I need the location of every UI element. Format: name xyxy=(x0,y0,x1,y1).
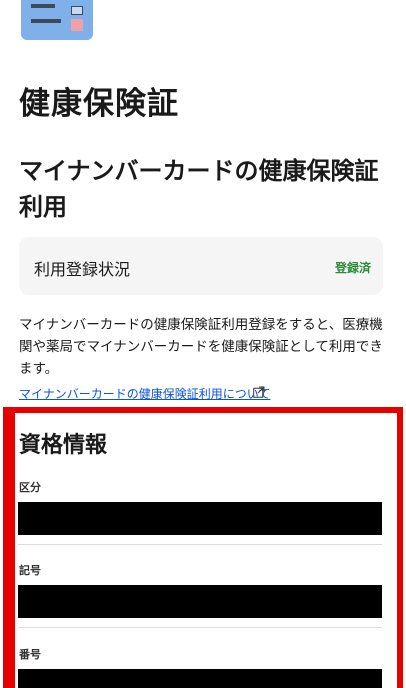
section-title: マイナンバーカードの健康保険証利用 xyxy=(19,157,379,221)
field-label-category: 区分 xyxy=(19,481,41,494)
card-icon-line xyxy=(31,4,55,8)
health-insurance-screen: 健康保険証 マイナンバーカードの健康保険証利用 利用登録状況 登録済 マイナンバ… xyxy=(0,0,406,688)
info-link[interactable]: マイナンバーカードの健康保険証利用について xyxy=(19,385,270,402)
divider xyxy=(18,627,382,628)
qualification-panel: 資格情報 区分 記号 番号 xyxy=(15,413,397,688)
card-icon-photo xyxy=(71,19,83,31)
status-badge: 登録済 xyxy=(334,261,371,275)
redacted-value-category xyxy=(18,502,382,535)
registration-status-label: 利用登録状況 xyxy=(34,260,131,279)
redacted-value-symbol xyxy=(18,585,382,618)
qualification-title: 資格情報 xyxy=(19,433,108,458)
qualification-highlight-frame: 資格情報 区分 記号 番号 xyxy=(3,407,403,688)
registration-status-card: 利用登録状況 登録済 xyxy=(19,237,383,295)
field-label-number: 番号 xyxy=(19,648,41,661)
card-icon-chip xyxy=(71,6,83,15)
page-title: 健康保険証 xyxy=(19,86,179,122)
redacted-value-number xyxy=(18,669,382,688)
field-label-symbol: 記号 xyxy=(19,564,41,577)
description-text: マイナンバーカードの健康保険証利用登録をすると、医療機関や薬局でマイナンバーカー… xyxy=(19,317,383,377)
external-link-icon[interactable] xyxy=(253,386,265,398)
divider xyxy=(18,544,382,545)
my-number-card-icon xyxy=(21,0,93,40)
card-icon-line xyxy=(31,19,61,23)
